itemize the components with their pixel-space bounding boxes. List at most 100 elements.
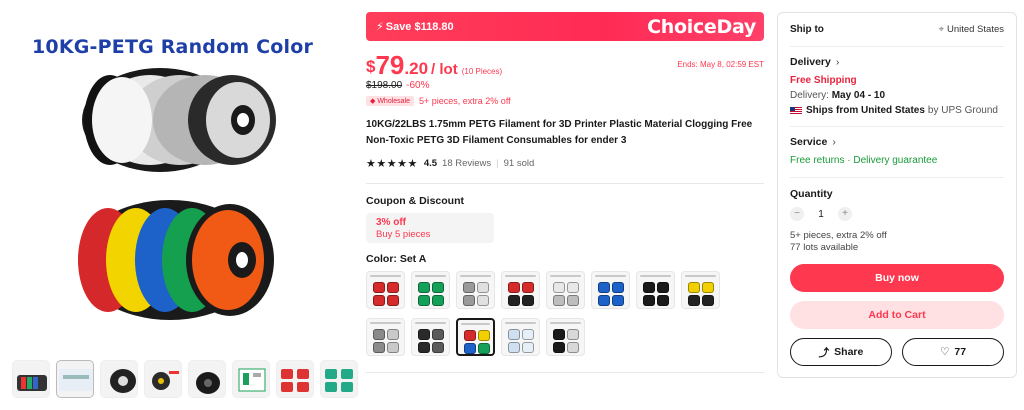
thumbnail-8[interactable] [320, 360, 358, 398]
coupon-percent: 3% off [376, 217, 406, 228]
swatch-label-strip [505, 322, 536, 324]
color-swatch[interactable] [636, 271, 675, 309]
thumbnail-1[interactable] [12, 360, 50, 398]
wholesale-tag-label: Wholesale [377, 98, 411, 105]
swatch-spool [463, 282, 475, 293]
buy-now-button[interactable]: Buy now [790, 264, 1004, 292]
swatch-spool [553, 295, 565, 306]
delivery-date: Delivery: May 04 - 10 [790, 90, 1004, 101]
reviews-link[interactable]: 18 Reviews [442, 158, 491, 169]
coupon-card[interactable]: 3% off Buy 5 pieces [366, 213, 494, 243]
share-button[interactable]: ⤴ Share [790, 338, 892, 366]
swatch-spool [553, 329, 565, 340]
ship-to-country: United States [946, 24, 1004, 35]
current-price: $79.20/ lot (10 Pieces) [366, 50, 503, 80]
swatch-spool [508, 295, 520, 306]
color-swatch[interactable] [501, 318, 540, 356]
rating-separator: | [496, 158, 499, 169]
filament-spools-illustration [78, 68, 276, 320]
swatch-spool [612, 282, 624, 293]
color-swatch[interactable] [366, 318, 405, 356]
swatch-spool [508, 342, 520, 353]
thumbnail-strip [12, 360, 358, 398]
chevron-right-icon: › [832, 136, 836, 148]
swatch-spool [657, 282, 669, 293]
swatch-spool [612, 295, 624, 306]
share-label: Share [834, 346, 864, 358]
swatch-label-strip [370, 275, 401, 277]
swatch-spool [598, 282, 610, 293]
ship-to-label: Ship to [790, 24, 824, 35]
swatch-spool [463, 295, 475, 306]
delivery-label: Delivery [790, 56, 831, 68]
ship-to-row[interactable]: Ship to ⌖ United States [790, 13, 1004, 47]
swatch-spool [418, 342, 430, 353]
available-count: 77 lots available [790, 242, 859, 253]
swatch-spool [522, 342, 534, 353]
product-info: ⚡ Save $118.80 ChoiceDay $79.20/ lot (10 P… [366, 12, 764, 373]
increase-button[interactable]: + [838, 207, 852, 221]
rating-row: ★★★★★ 4.5 18 Reviews | 91 sold [366, 157, 764, 170]
thumbnail-4[interactable] [144, 360, 182, 398]
color-swatch[interactable] [591, 271, 630, 309]
add-to-cart-button[interactable]: Add to Cart [790, 301, 1004, 329]
coupon-heading: Coupon & Discount [366, 195, 464, 207]
quantity-discount-note: 5+ pieces, extra 2% off [790, 230, 887, 241]
decrease-button[interactable]: − [790, 207, 804, 221]
quantity-label: Quantity [790, 188, 833, 200]
pieces-note: (10 Pieces) [461, 67, 503, 76]
save-amount: Save $118.80 [385, 21, 454, 33]
swatch-spool [464, 330, 476, 341]
color-swatch[interactable] [501, 271, 540, 309]
color-swatch[interactable] [456, 318, 495, 356]
free-shipping: Free Shipping [790, 75, 857, 86]
swatch-label-strip [415, 275, 446, 277]
swatch-spool [643, 282, 655, 293]
swatch-spool [553, 342, 565, 353]
swatch-spool [418, 329, 430, 340]
thumbnail-7[interactable] [276, 360, 314, 398]
swatch-spool [598, 295, 610, 306]
swatch-spool [522, 295, 534, 306]
ship-to-destination: ⌖ United States [939, 24, 1004, 35]
color-swatch[interactable] [456, 271, 495, 309]
swatch-label-strip [460, 275, 491, 277]
color-swatch[interactable] [366, 271, 405, 309]
chevron-right-icon: › [835, 56, 840, 68]
quantity-section: Quantity − 1 + 5+ pieces, extra 2% off 7… [790, 178, 1004, 254]
wholesale-note: 5+ pieces, extra 2% off [419, 96, 511, 106]
swatch-spool [702, 282, 714, 293]
color-swatch[interactable] [411, 318, 450, 356]
heart-icon: ♡ [939, 346, 950, 358]
thumbnail-3[interactable] [100, 360, 138, 398]
color-swatch[interactable] [411, 271, 450, 309]
swatch-spool [567, 295, 579, 306]
color-swatch[interactable] [681, 271, 720, 309]
thumbnail-6[interactable] [232, 360, 270, 398]
swatch-label-strip [640, 275, 671, 277]
us-flag-icon [790, 106, 802, 115]
price-unit: / lot [431, 61, 458, 78]
swatch-spool [508, 329, 520, 340]
main-product-image[interactable]: 10KG-PETG Random Color [10, 28, 330, 346]
swatch-spool [373, 282, 385, 293]
swatch-spool [643, 295, 655, 306]
service-title[interactable]: Service › [790, 136, 1004, 148]
wholesale-row: ◆ Wholesale 5+ pieces, extra 2% off [366, 96, 764, 106]
swatch-spool [657, 295, 669, 306]
delivery-prefix: Delivery: [790, 90, 829, 101]
thumbnail-2[interactable] [56, 360, 94, 398]
wishlist-count: 77 [954, 346, 967, 358]
color-swatch[interactable] [546, 318, 585, 356]
delivery-title[interactable]: Delivery › [790, 56, 1004, 68]
color-swatch[interactable] [546, 271, 585, 309]
quantity-value[interactable]: 1 [816, 209, 826, 220]
thumbnail-5[interactable] [188, 360, 226, 398]
divider [366, 372, 764, 373]
buy-panel: Ship to ⌖ United States Delivery › Free Sh… [777, 12, 1017, 378]
wishlist-button[interactable]: ♡ 77 [902, 338, 1004, 366]
swatch-spool [688, 282, 700, 293]
color-heading: Color: Set A [366, 253, 427, 265]
discount-percent: -60% [406, 80, 430, 91]
bottom-spool-stack [78, 200, 274, 320]
